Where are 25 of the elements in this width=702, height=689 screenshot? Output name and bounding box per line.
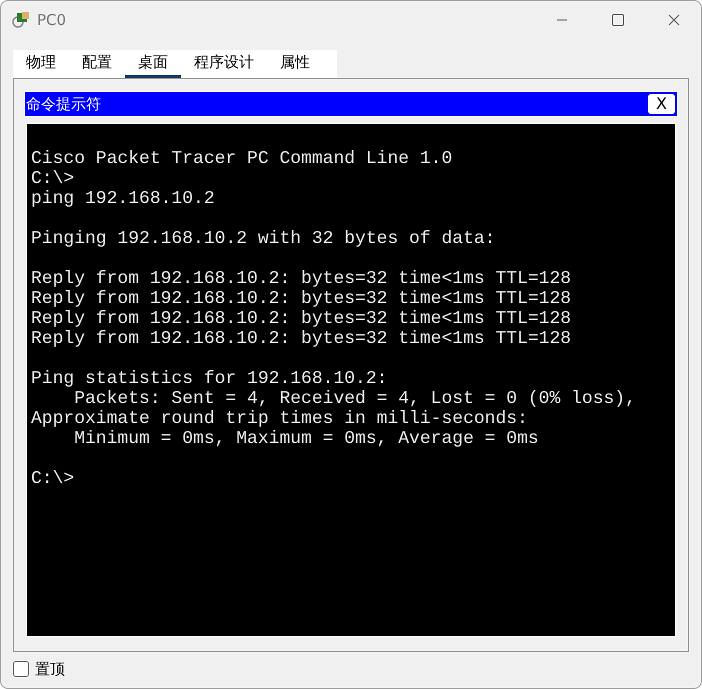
terminal-line: Reply from 192.168.10.2: bytes=32 time<1ms TTL=128	[31, 329, 572, 349]
checkbox-label: 置顶	[35, 659, 65, 680]
tab[interactable]: 程序设计	[181, 50, 267, 78]
tab[interactable]: 物理	[13, 50, 69, 78]
terminal-line: Pinging 192.168.10.2 with 32 bytes of data:	[31, 229, 496, 249]
terminal-line: C:\>	[31, 469, 74, 489]
terminal-line: Reply from 192.168.10.2: bytes=32 time<1ms TTL=128	[31, 309, 572, 329]
terminal-line: Reply from 192.168.10.2: bytes=32 time<1ms TTL=128	[31, 269, 572, 289]
window-title: PC0	[37, 10, 66, 31]
terminal-line: C:\>	[31, 169, 74, 189]
terminal-line: Minimum = 0ms, Maximum = 0ms, Average = 0ms	[73, 429, 539, 449]
terminal-line: ping 192.168.10.2	[31, 189, 215, 209]
pc-icon	[11, 10, 31, 30]
window-title: 命令提示符	[25, 94, 101, 115]
maximize-icon	[612, 14, 624, 26]
checkbox[interactable]	[13, 661, 29, 678]
terminal-line: Ping statistics for 192.168.10.2:	[31, 369, 388, 389]
close-icon	[668, 14, 680, 26]
terminal-line: Reply from 192.168.10.2: bytes=32 time<1ms TTL=128	[31, 289, 572, 309]
close-button[interactable]: X	[648, 94, 675, 114]
tab[interactable]: 配置	[69, 50, 125, 78]
terminal-line: Packets: Sent = 4, Received = 4, Lost = 0 (0% loss),	[73, 389, 636, 409]
terminal-line: Cisco Packet Tracer PC Command Line 1.0	[31, 149, 452, 169]
terminal-line: Approximate round trip times in milli-seconds:	[31, 409, 528, 429]
tab[interactable]: 属性	[267, 50, 323, 78]
